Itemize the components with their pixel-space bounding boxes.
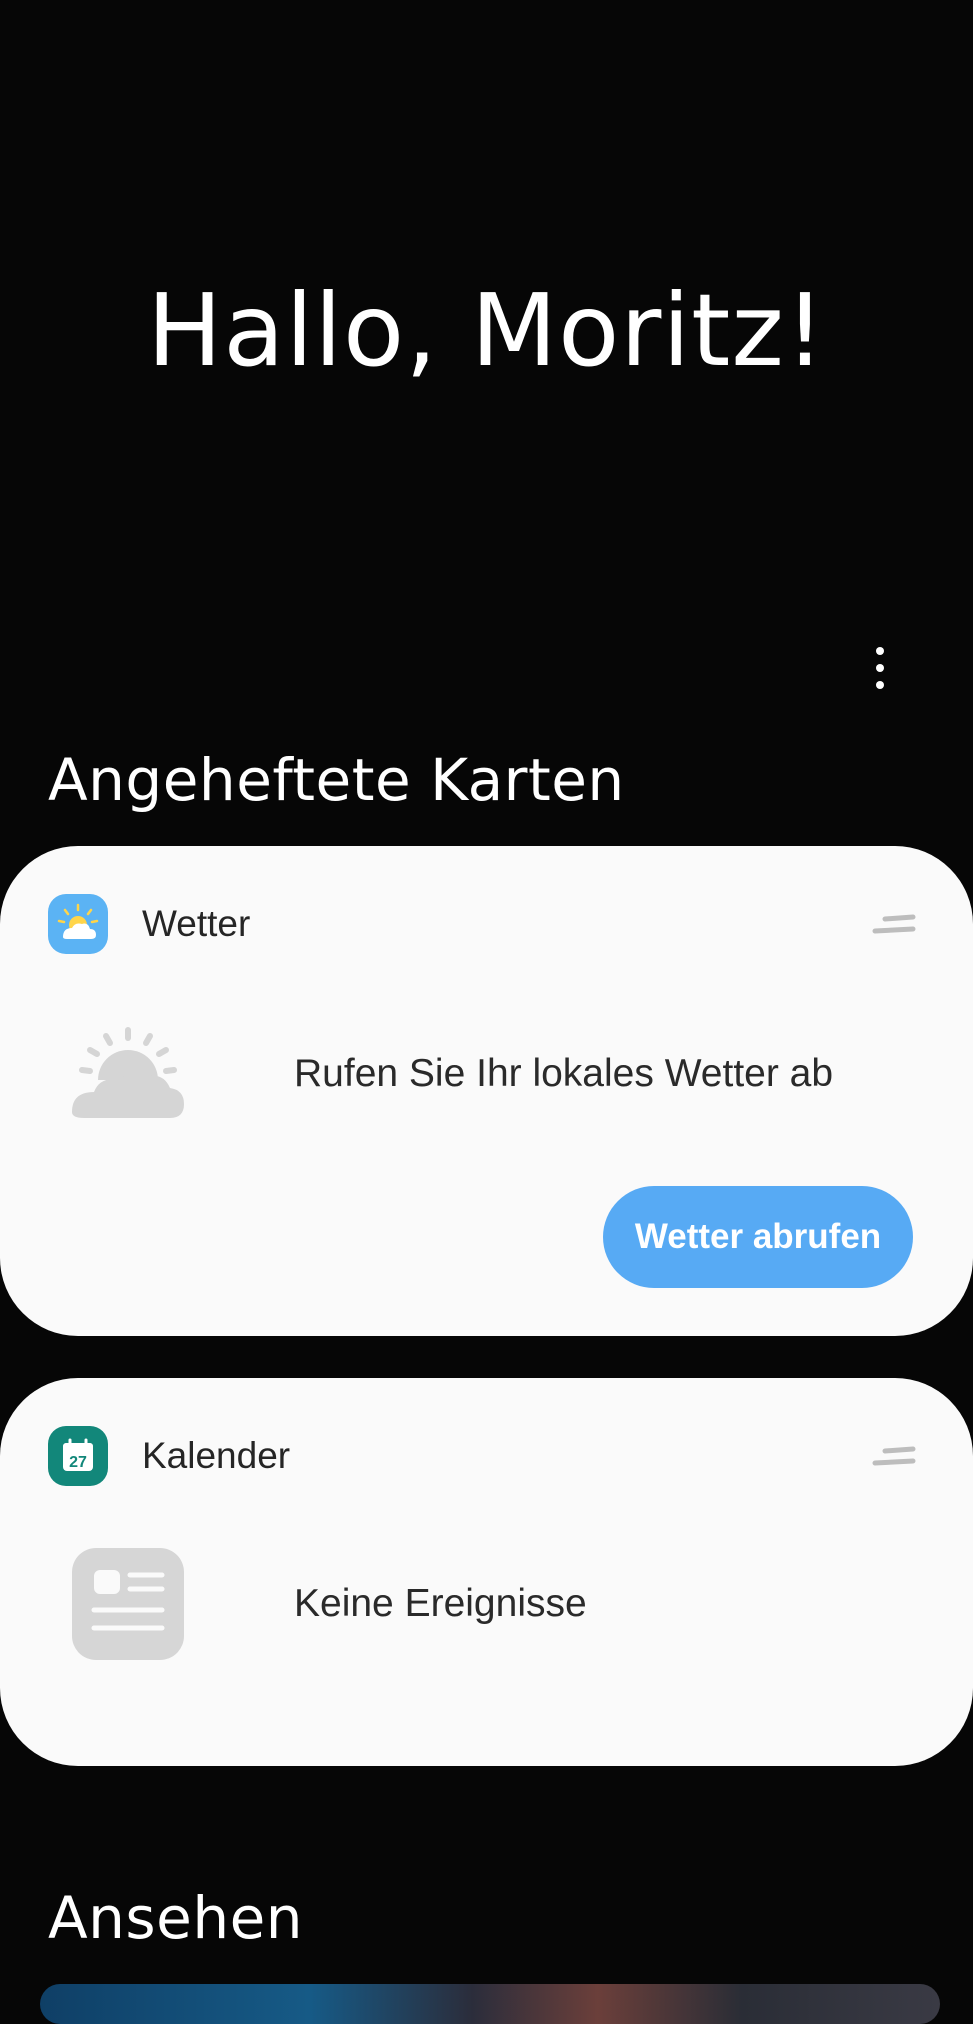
partly-cloudy-icon [70,1016,186,1132]
calendar-icon-day: 27 [69,1454,87,1471]
more-vertical-icon-dot [876,664,884,672]
weather-card-title: Wetter [142,903,251,944]
weather-card-message: Rufen Sie Ihr lokales Wetter ab [294,1052,834,1095]
more-vertical-icon-dot [876,681,884,689]
calendar-card-message: Keine Ereignisse [294,1582,587,1625]
watch-heading: Ansehen [48,1884,304,1952]
drag-handle-icon[interactable] [871,910,917,940]
weather-card-header: Wetter [48,894,250,954]
pinned-cards-heading: Angeheftete Karten [48,746,625,814]
more-options-button[interactable] [860,643,900,693]
weather-card[interactable]: Wetter Rufen Sie Ihr lokales Wetter ab W… [0,846,973,1336]
calendar-card-header: 27 Kalender [48,1426,290,1486]
get-weather-button[interactable]: Wetter abrufen [603,1186,913,1288]
weather-app-icon [48,894,108,954]
greeting-title: Hallo, Moritz! [147,272,826,389]
weather-card-body: Rufen Sie Ihr lokales Wetter ab [70,1016,833,1132]
calendar-card-body: Keine Ereignisse [70,1546,587,1662]
media-card-preview[interactable] [40,1984,940,2024]
calendar-card-title: Kalender [142,1435,291,1476]
calendar-card[interactable]: 27 Kalender Keine Ereignisse [0,1378,973,1766]
drag-handle-icon[interactable] [871,1442,917,1472]
news-placeholder-icon [70,1546,186,1662]
more-vertical-icon-dot [876,647,884,655]
calendar-app-icon: 27 [48,1426,108,1486]
